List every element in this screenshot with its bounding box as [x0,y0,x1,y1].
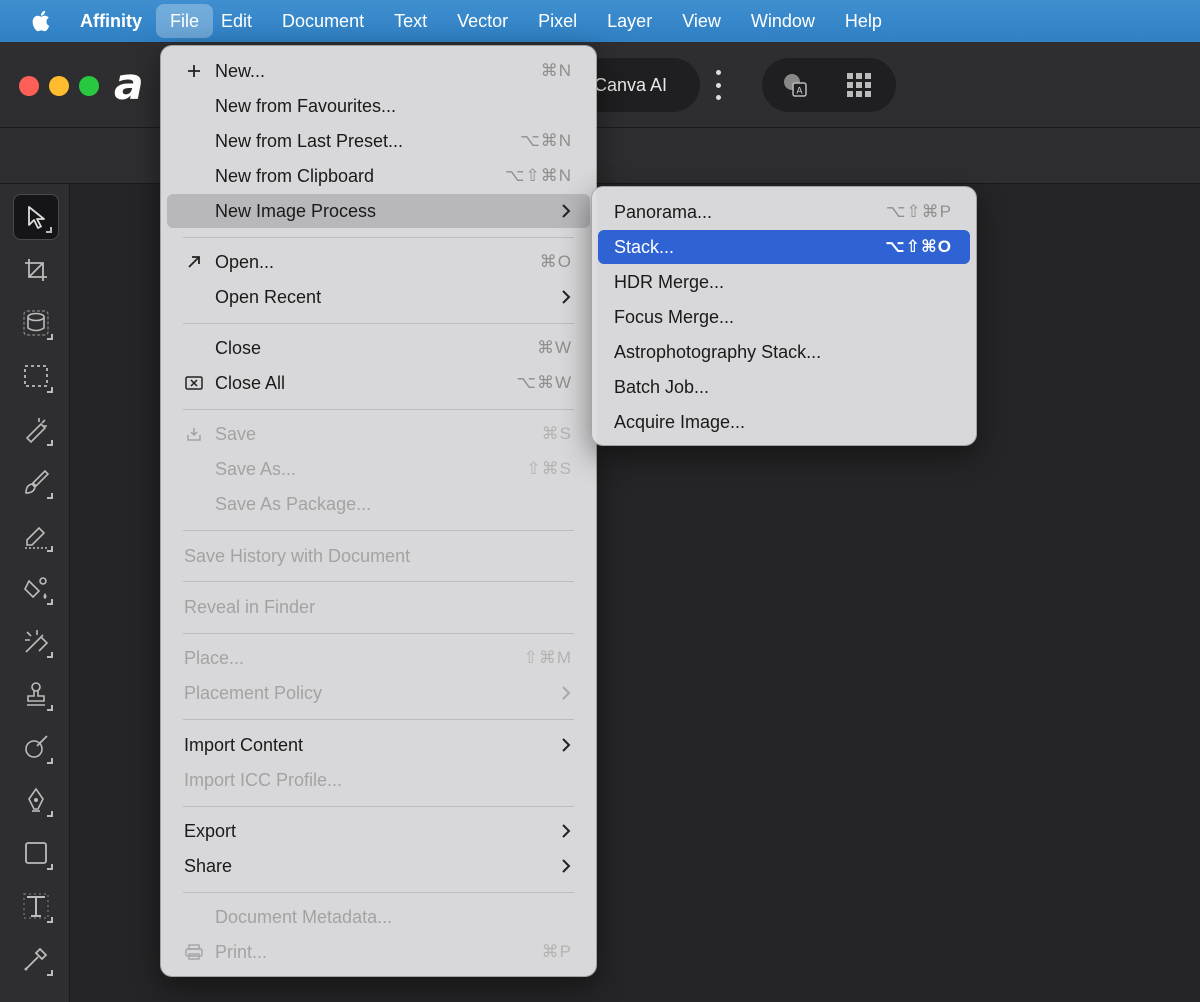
crop-tool-icon[interactable] [13,247,59,293]
chevron-right-icon [562,686,571,700]
submenu-item-hdr-merge[interactable]: HDR Merge... [598,265,970,299]
menu-item-save-as-package[interactable]: Save As Package... [167,487,590,521]
menu-item-open[interactable]: Open... ⌘O [167,245,590,279]
menu-separator [183,237,574,238]
move-tool-icon[interactable] [13,194,59,240]
menubar-file[interactable]: File [156,4,214,38]
menu-item-import-content[interactable]: Import Content [167,728,590,762]
clone-stamp-tool-icon[interactable] [13,671,59,717]
menu-item-new-image-process[interactable]: New Image Process [167,194,590,228]
menu-item-new-from-last-preset[interactable]: New from Last Preset... ⌥⌘N [167,124,590,158]
grid-icon[interactable] [846,72,872,98]
menu-item-save-history[interactable]: Save History with Document [167,539,590,573]
affinity-logo: a [114,59,144,110]
submenu-item-batch-job[interactable]: Batch Job... [598,370,970,404]
menu-bar: Affinity File Edit Document Text Vector … [0,0,1200,42]
plus-icon [185,62,203,80]
menubar-help[interactable]: Help [831,4,896,38]
rectangle-tool-icon[interactable] [13,830,59,876]
chevron-right-icon [562,859,571,873]
menu-separator [183,323,574,324]
file-menu: New... ⌘N New from Favourites... New fro… [160,45,597,977]
chevron-right-icon [562,204,571,218]
submenu-item-focus-merge[interactable]: Focus Merge... [598,300,970,334]
more-options-icon[interactable] [708,70,728,100]
menubar-app-name[interactable]: Affinity [80,4,156,38]
window-maximize-button[interactable] [79,76,99,96]
menu-item-new[interactable]: New... ⌘N [167,54,590,88]
menu-item-save-as[interactable]: Save As... ⇧⌘S [167,452,590,486]
chevron-right-icon [562,824,571,838]
new-image-process-submenu: Panorama... ⌥⇧⌘P Stack... ⌥⇧⌘O HDR Merge… [591,186,977,446]
erase-brush-tool-icon[interactable] [13,512,59,558]
tools-panel [0,184,70,1002]
menu-item-new-from-clipboard[interactable]: New from Clipboard ⌥⇧⌘N [167,159,590,193]
menubar-text[interactable]: Text [380,4,441,38]
layer-selection-tool-icon[interactable] [13,300,59,346]
paint-brush-tool-icon[interactable] [13,459,59,505]
window-minimize-button[interactable] [49,76,69,96]
view-mode-toggle: A [762,58,896,112]
artistic-text-tool-icon[interactable] [13,883,59,929]
menu-item-close[interactable]: Close ⌘W [167,331,590,365]
menu-separator [183,581,574,582]
flood-fill-tool-icon[interactable] [13,565,59,611]
menu-separator [183,806,574,807]
menu-item-save[interactable]: Save ⌘S [167,417,590,451]
menubar-window[interactable]: Window [737,4,829,38]
apple-icon[interactable] [0,0,80,42]
menu-item-new-from-favourites[interactable]: New from Favourites... [167,89,590,123]
submenu-item-panorama[interactable]: Panorama... ⌥⇧⌘P [598,195,970,229]
dodge-burn-tool-icon[interactable] [13,618,59,664]
chevron-right-icon [562,290,571,304]
menu-separator [183,633,574,634]
submenu-item-acquire-image[interactable]: Acquire Image... [598,405,970,439]
menu-separator [183,719,574,720]
printer-icon [185,943,203,961]
save-icon [185,425,203,443]
menu-separator [183,530,574,531]
menu-item-export[interactable]: Export [167,814,590,848]
arrow-up-right-icon [185,253,203,271]
menu-item-import-icc-profile[interactable]: Import ICC Profile... [167,763,590,797]
healing-brush-tool-icon[interactable] [13,724,59,770]
menu-item-close-all[interactable]: Close All ⌥⌘W [167,366,590,400]
svg-text:A: A [796,87,803,97]
selection-brush-tool-icon[interactable] [13,406,59,452]
chevron-right-icon [562,738,571,752]
menu-item-print[interactable]: Print... ⌘P [167,935,590,969]
pen-tool-icon[interactable] [13,777,59,823]
menubar-document[interactable]: Document [268,4,378,38]
window-close-button[interactable] [19,76,39,96]
color-picker-tool-icon[interactable] [13,936,59,982]
menu-separator [183,409,574,410]
submenu-item-astrophotography-stack[interactable]: Astrophotography Stack... [598,335,970,369]
menu-item-reveal-in-finder[interactable]: Reveal in Finder [167,590,590,624]
menu-separator [183,892,574,893]
menubar-pixel[interactable]: Pixel [524,4,591,38]
menubar-edit[interactable]: Edit [207,4,266,38]
close-all-icon [185,374,203,392]
menu-item-document-metadata[interactable]: Document Metadata... [167,900,590,934]
menu-item-share[interactable]: Share [167,849,590,883]
canva-ai-label: Canva AI [594,74,668,95]
menu-item-place[interactable]: Place... ⇧⌘M [167,641,590,675]
menu-item-open-recent[interactable]: Open Recent [167,280,590,314]
menubar-layer[interactable]: Layer [593,4,666,38]
menu-item-placement-policy[interactable]: Placement Policy [167,676,590,710]
rectangle-marquee-tool-icon[interactable] [13,353,59,399]
menubar-view[interactable]: View [668,4,735,38]
menubar-vector[interactable]: Vector [443,4,522,38]
submenu-item-stack[interactable]: Stack... ⌥⇧⌘O [598,230,970,264]
text-overlay-icon[interactable]: A [780,70,810,100]
